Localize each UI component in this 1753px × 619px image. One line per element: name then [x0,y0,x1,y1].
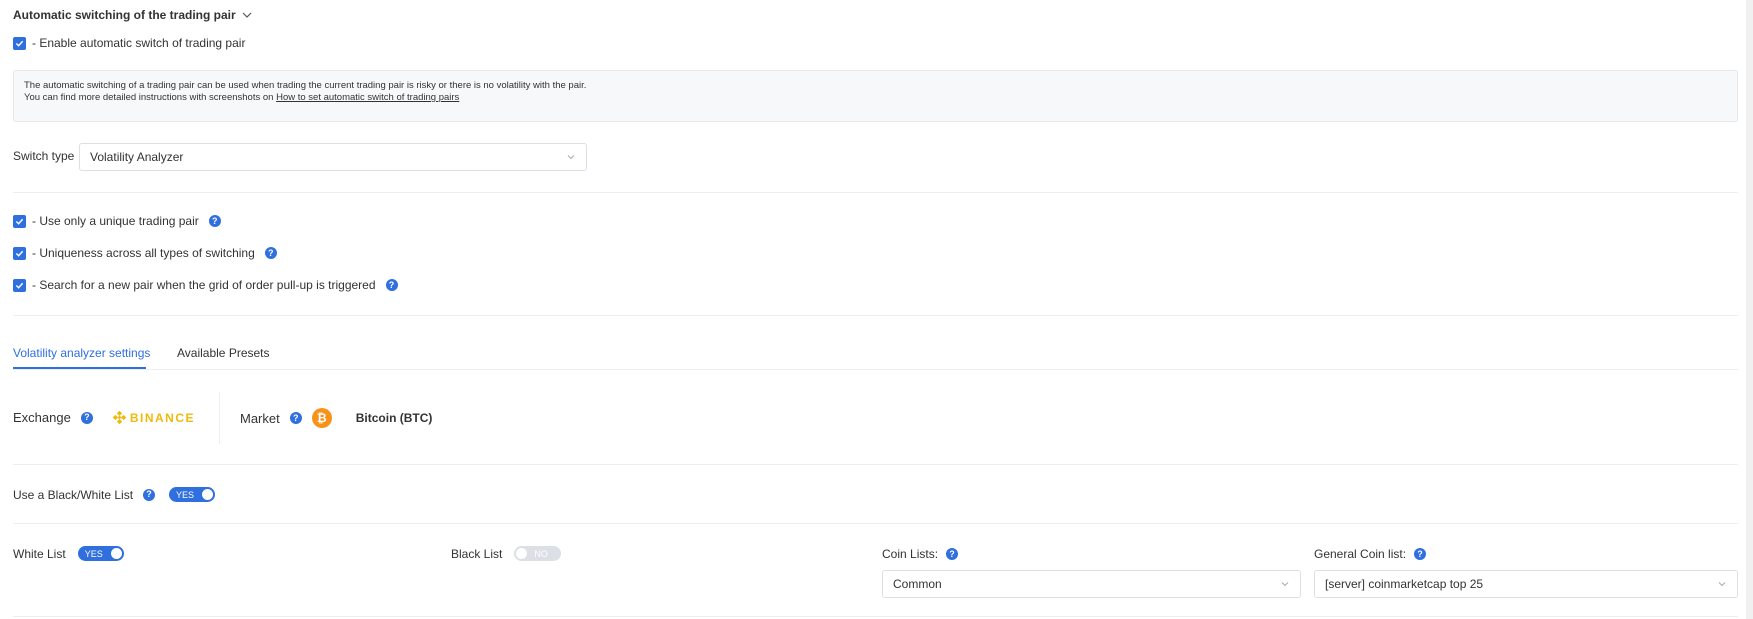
toggle-knob [202,489,214,500]
binance-logo: BINANCE [112,410,195,425]
enable-switch-row: - Enable automatic switch of trading pai… [13,36,245,50]
tab-volatility-settings[interactable]: Volatility analyzer settings [13,346,150,360]
vertical-divider [219,392,220,444]
help-icon[interactable]: ? [208,215,221,227]
general-coin-list-select[interactable]: [server] coinmarketcap top 25 [1314,570,1738,598]
scrollbar[interactable] [1746,0,1753,619]
help-icon[interactable]: ? [385,279,398,291]
switch-type-select[interactable]: Volatility Analyzer [79,143,587,171]
uniqueness-label: - Uniqueness across all types of switchi… [32,246,255,260]
option-row-search-new-pair: - Search for a new pair when the grid of… [13,278,398,292]
info-line-2-prefix: You can find more detailed instructions … [24,92,277,103]
unique-pair-checkbox[interactable] [13,214,26,228]
exchange-label: Exchange [13,410,71,425]
black-list-toggle-text: NO [534,548,548,559]
tabs-divider [13,369,1738,370]
white-list-toggle-text: YES [84,548,103,559]
chevron-down-icon [567,155,575,160]
help-icon[interactable]: ? [289,412,302,424]
section-title-text: Automatic switching of the trading pair [13,8,236,22]
check-icon [15,218,24,225]
help-icon[interactable]: ? [80,411,93,424]
check-icon [15,40,24,47]
coin-lists-label: Coin Lists: [882,547,939,561]
general-coin-list-value: [server] coinmarketcap top 25 [1325,577,1484,591]
coin-lists-field: Coin Lists: ? [882,547,959,561]
chevron-down-icon [1718,582,1726,587]
enable-switch-label: - Enable automatic switch of trading pai… [32,36,246,50]
instructions-link[interactable]: How to set automatic switch of trading p… [276,92,459,103]
coin-lists-select[interactable]: Common [882,570,1301,598]
switch-type-value: Volatility Analyzer [90,150,184,164]
coin-lists-value: Common [893,577,942,591]
bw-list-field: Use a Black/White List ? YES [13,487,216,502]
uniqueness-checkbox[interactable] [13,246,26,260]
market-label: Market [240,410,280,426]
check-icon [15,282,24,289]
unique-pair-label: - Use only a unique trading pair [32,214,199,228]
divider [13,192,1738,193]
search-new-pair-checkbox[interactable] [13,278,26,292]
tab-available-presets[interactable]: Available Presets [177,346,270,360]
binance-logo-text: BINANCE [129,410,195,425]
black-list-toggle[interactable]: NO [514,546,562,561]
bw-list-toggle-text: YES [176,489,195,500]
black-list-label: Black List [451,546,503,561]
chevron-down-icon [242,12,252,18]
divider [13,315,1738,316]
market-field: Market ? ₿ Bitcoin (BTC) [240,408,432,428]
option-row-unique-pair: - Use only a unique trading pair ? [13,214,221,228]
white-list-toggle[interactable]: YES [77,546,124,561]
white-list-field: White List YES [13,546,124,561]
divider [13,616,1738,617]
option-row-uniqueness: - Uniqueness across all types of switchi… [13,246,277,260]
chevron-down-icon [1281,582,1289,587]
white-list-label: White List [13,546,66,561]
binance-diamond-icon [112,411,126,424]
toggle-knob [516,548,528,559]
black-list-field: Black List NO [451,546,562,561]
bw-list-label: Use a Black/White List [13,487,134,502]
help-icon[interactable]: ? [1414,548,1427,560]
help-icon[interactable]: ? [143,488,156,501]
divider [13,523,1738,524]
market-value: Bitcoin (BTC) [355,411,433,425]
exchange-field: Exchange ? BINANCE [13,410,195,425]
switch-type-label: Switch type [13,149,75,163]
enable-switch-checkbox[interactable] [13,36,26,50]
divider [13,464,1738,465]
general-coin-list-label: General Coin list: [1314,547,1407,561]
toggle-knob [110,548,122,559]
bitcoin-icon: ₿ [311,408,332,428]
help-icon[interactable]: ? [264,247,277,259]
general-coin-list-field: General Coin list: ? [1314,547,1427,561]
help-icon[interactable]: ? [946,548,959,560]
section-title[interactable]: Automatic switching of the trading pair [13,8,252,22]
info-line-2: You can find more detailed instructions … [24,92,1727,104]
bw-list-toggle[interactable]: YES [169,487,216,502]
info-box: The automatic switching of a trading pai… [13,70,1738,122]
search-new-pair-label: - Search for a new pair when the grid of… [32,278,376,292]
check-icon [15,250,24,257]
info-line-1: The automatic switching of a trading pai… [24,80,587,91]
